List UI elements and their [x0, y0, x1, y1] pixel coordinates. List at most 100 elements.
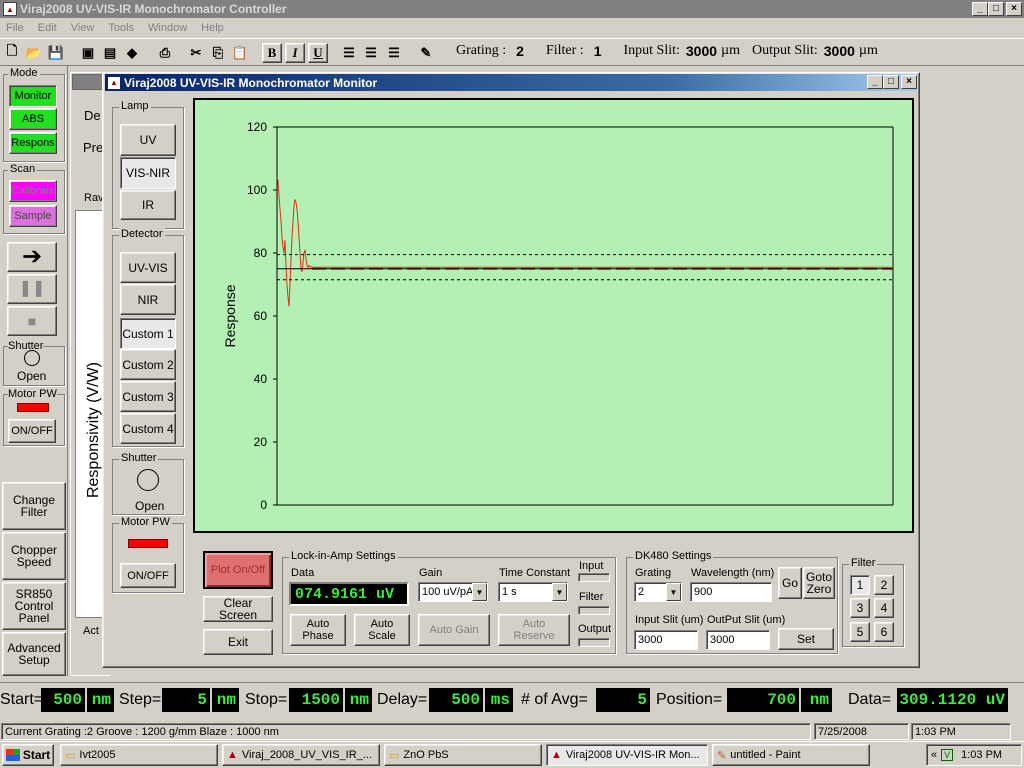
dk-grating-select[interactable]: 2 ▼	[634, 582, 682, 602]
mode-respons-button[interactable]: Respons	[9, 132, 57, 154]
menu-help[interactable]: Help	[201, 22, 224, 34]
filter-6-button[interactable]: 6	[874, 622, 894, 642]
auto-phase-button[interactable]: Auto Phase	[290, 614, 346, 646]
pause-button[interactable]: ❚❚	[7, 274, 57, 304]
plot-onoff-button[interactable]: Plot On/Off	[203, 551, 273, 589]
taskbar-item-paint[interactable]: ✎ untitled - Paint	[712, 744, 870, 766]
app-icon: ▲	[3, 2, 17, 16]
print-icon[interactable]: ⎙	[155, 43, 175, 63]
detector-custom2-button[interactable]: Custom 2	[120, 349, 176, 380]
monitor-maximize-button[interactable]: □	[883, 75, 899, 89]
gain-select[interactable]: 100 uV/pA ▼	[418, 582, 488, 602]
wavelength-input[interactable]: 900	[690, 582, 772, 602]
shutter-circle-icon[interactable]	[137, 469, 159, 491]
set-button[interactable]: Set	[778, 628, 834, 650]
taskbar-item-zno[interactable]: ▭ ZnO PbS	[384, 744, 542, 766]
filter-2-button[interactable]: 2	[874, 575, 894, 595]
tools-icon[interactable]: ◆	[122, 43, 142, 63]
minimize-button[interactable]: _	[972, 2, 988, 16]
goto-zero-button[interactable]: Goto Zero	[803, 567, 835, 599]
mode-monitor-button[interactable]: Monitor	[9, 85, 57, 107]
detector-custom4-button[interactable]: Custom 4	[120, 413, 176, 444]
taskbar-item-zno-label: ZnO PbS	[403, 749, 449, 761]
menu-view[interactable]: View	[71, 22, 95, 34]
filter-4-button[interactable]: 4	[874, 598, 894, 618]
monitor-minimize-button[interactable]: _	[867, 75, 883, 89]
y-tick-label: 40	[254, 372, 268, 386]
detector-uvvis-button[interactable]: UV-VIS	[120, 252, 176, 283]
gain-dropdown-icon[interactable]: ▼	[472, 583, 487, 601]
detector-custom3-button[interactable]: Custom 3	[120, 381, 176, 412]
advanced-setup-button[interactable]: Advanced Setup	[2, 632, 66, 676]
auto-reserve-button[interactable]: Auto Reserve	[498, 614, 570, 646]
menu-file[interactable]: File	[6, 22, 24, 34]
auto-gain-button[interactable]: Auto Gain	[418, 614, 490, 646]
change-filter-button[interactable]: Change Filter	[2, 482, 66, 530]
calibrate-button[interactable]: Calibrate	[9, 180, 57, 202]
output-slit-input[interactable]: 3000	[706, 630, 770, 650]
mode-abs-button[interactable]: ABS	[9, 108, 57, 130]
bold-icon[interactable]: B	[262, 43, 282, 63]
motor-onoff-button[interactable]: ON/OFF	[120, 563, 176, 588]
clear-screen-button[interactable]: Clear Screen	[203, 596, 273, 622]
underline-icon[interactable]: U	[308, 43, 328, 63]
input-slit-input[interactable]: 3000	[634, 630, 698, 650]
align-right-icon[interactable]: ☰	[384, 43, 404, 63]
tc-dropdown-icon[interactable]: ▼	[552, 583, 567, 601]
start-button[interactable]: Start	[2, 744, 54, 766]
play-arrow-button[interactable]: ➔	[7, 242, 57, 272]
sample-button[interactable]: Sample	[9, 205, 57, 227]
sr850-control-button[interactable]: SR850 Control Panel	[2, 582, 66, 630]
detector-custom1-button[interactable]: Custom 1	[120, 318, 176, 349]
paint-icon: ✎	[717, 749, 727, 762]
wavelength-label: Wavelength (nm)	[691, 567, 775, 579]
detector-nir-button[interactable]: NIR	[120, 284, 176, 315]
shutter-circle-left-icon[interactable]	[24, 350, 40, 366]
tray-app-icon[interactable]: V	[941, 749, 954, 761]
copy-icon[interactable]: ⎘	[208, 43, 228, 63]
dk-grating-dropdown-icon[interactable]: ▼	[666, 583, 681, 601]
monitor-icon[interactable]: ▣	[78, 43, 98, 63]
toolbar-info: Grating : 2 Filter : 1 Input Slit: 3000 …	[456, 41, 878, 61]
close-button[interactable]: ×	[1006, 2, 1022, 16]
taskbar-item-viraj-monitor[interactable]: ▲ Viraj2008 UV-VIS-IR Mon...	[546, 744, 708, 766]
filter-5-button[interactable]: 5	[850, 622, 870, 642]
exit-button[interactable]: Exit	[203, 629, 273, 655]
window-icon[interactable]: ▤	[100, 43, 120, 63]
background-label-pre: Pre	[83, 140, 104, 155]
paint-icon[interactable]: ✎	[416, 43, 436, 63]
chopper-speed-button[interactable]: Chopper Speed	[2, 532, 66, 580]
filter-3-button[interactable]: 3	[850, 598, 870, 618]
menu-tools[interactable]: Tools	[108, 22, 134, 34]
time-constant-select[interactable]: 1 s ▼	[498, 582, 568, 602]
align-center-icon[interactable]: ☰	[361, 43, 381, 63]
auto-scale-button[interactable]: Auto Scale	[354, 614, 410, 646]
dk480-title: DK480 Settings	[633, 550, 714, 562]
new-file-icon[interactable]: 🗋	[2, 43, 22, 63]
motor-onoff-left-button[interactable]: ON/OFF	[8, 419, 56, 443]
maximize-button[interactable]: □	[988, 2, 1004, 16]
stop-button[interactable]: ■	[7, 306, 57, 336]
taskbar-item-viraj-folder-label: Viraj_2008_UV_VIS_IR_...	[241, 749, 372, 761]
paste-icon[interactable]: 📋	[230, 43, 250, 63]
align-left-icon[interactable]: ☰	[339, 43, 359, 63]
y-axis-label: Response	[222, 284, 238, 347]
tray-expand-icon[interactable]: «	[931, 749, 937, 761]
response-chart: 0 20 40 60 80 100 120 Response	[222, 120, 894, 512]
save-icon[interactable]: 💾	[46, 43, 66, 63]
dk-grating-label: Grating	[635, 567, 672, 579]
go-button[interactable]: Go	[778, 567, 802, 599]
lamp-visnir-button[interactable]: VIS-NIR	[120, 157, 176, 189]
lamp-ir-button[interactable]: IR	[120, 190, 176, 220]
monitor-close-button[interactable]: ×	[901, 75, 917, 89]
menu-window[interactable]: Window	[148, 22, 187, 34]
italic-icon[interactable]: I	[285, 43, 305, 63]
open-folder-icon[interactable]: 📂	[24, 43, 44, 63]
filter-1-button[interactable]: 1	[850, 575, 870, 595]
taskbar-item-viraj-folder[interactable]: ▲ Viraj_2008_UV_VIS_IR_...	[222, 744, 380, 766]
motor-indicator	[128, 539, 168, 548]
menu-edit[interactable]: Edit	[38, 22, 57, 34]
lamp-uv-button[interactable]: UV	[120, 124, 176, 156]
cut-icon[interactable]: ✂	[186, 43, 206, 63]
taskbar-item-ivt2005[interactable]: ▭ Ivt2005	[60, 744, 218, 766]
